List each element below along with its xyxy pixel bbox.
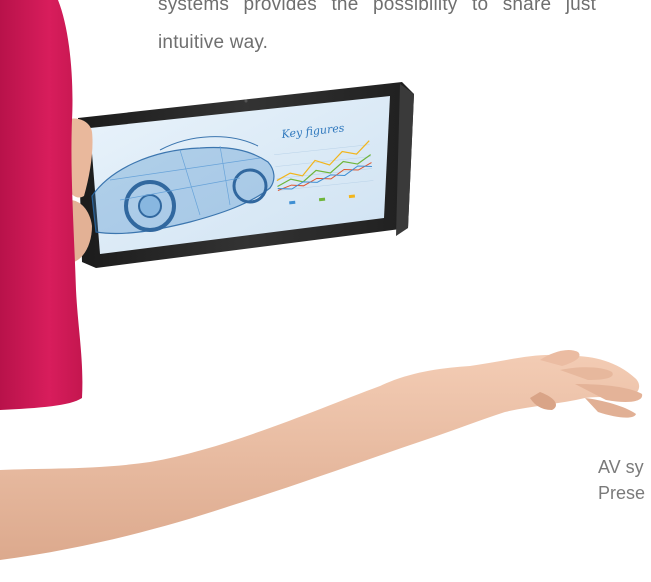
red-sleeve [0, 0, 84, 410]
caption-text: AV sy Prese [598, 454, 645, 506]
caption-line-2: Prese [598, 483, 646, 503]
arm-and-hand [0, 349, 643, 560]
caption-line-1: AV sy [598, 457, 644, 477]
tablet-device: Key figures [78, 82, 414, 268]
person-holding-tablet-photo: Key figures [0, 0, 643, 560]
